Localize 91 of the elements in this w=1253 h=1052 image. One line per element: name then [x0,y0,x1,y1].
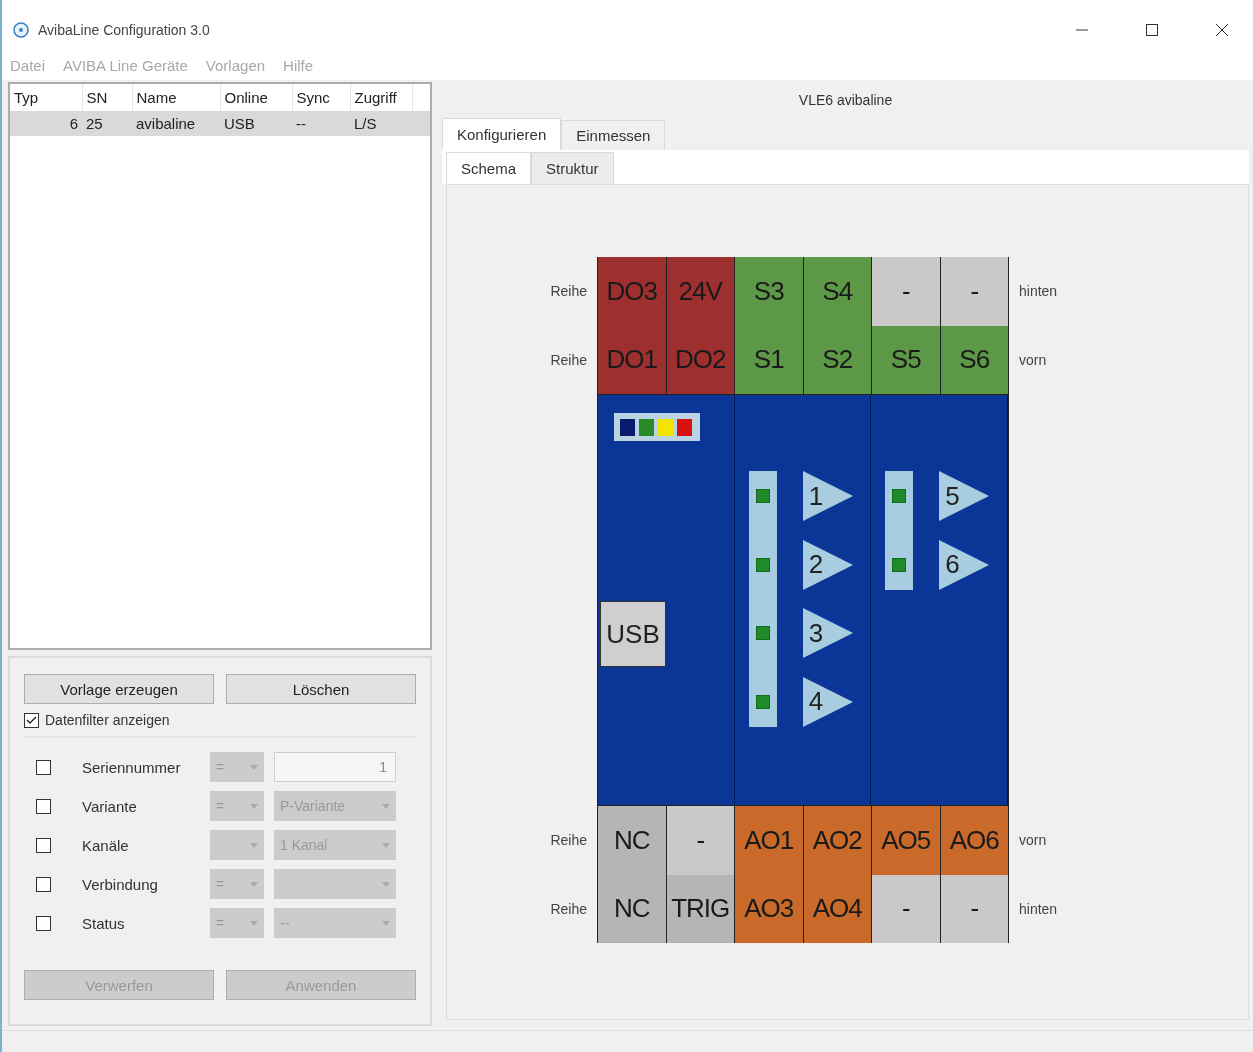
terminal: DO2 [666,325,735,394]
caret-icon [250,764,258,770]
side-label: hinten [1019,283,1058,300]
side-label: vorn [1019,351,1047,368]
filter-label: Seriennummer [82,758,182,776]
terminal: - [940,257,1009,326]
terminal: TRIG [666,874,735,943]
checkbox[interactable] [36,915,51,931]
filter-label: Variante [82,797,138,815]
operator-select[interactable]: = [210,752,264,782]
led-icon [755,694,770,709]
table-cell-text: USB [223,115,256,132]
led-icon [755,489,770,503]
led-indicator-icon [614,413,700,441]
side-label: vorn [1019,832,1047,849]
terminal: - [872,874,941,943]
terminal: AO2 [803,806,872,875]
value-field[interactable]: 1 [274,752,396,782]
channel-output: 6 [939,539,990,590]
row-label: Reihe [549,283,587,300]
terminal: AO6 [940,806,1009,875]
channel-output: 3 [802,608,853,658]
action-button[interactable]: Vorlage erzeugen [24,674,214,704]
usb-port: USB [600,601,666,667]
window-title: AvibaLine Configuration 3.0 [38,22,211,38]
table-cell-text: L/S [353,115,378,132]
terminal: - [940,874,1009,943]
caret-icon [250,803,258,809]
terminal: NC [598,874,667,943]
terminal: 24V [666,257,735,326]
device-row[interactable]: 6 25 avibaline USB -- L/S [10,111,430,136]
led-icon [892,489,907,503]
tab[interactable]: Konfigurieren [442,118,562,150]
tab[interactable]: Einmessen [561,120,666,150]
close-icon [1216,24,1228,36]
terminal: AO5 [872,806,941,875]
led-icon [892,557,907,572]
terminal: S3 [735,257,804,326]
caret-icon [382,881,390,887]
channel-output: 5 [939,471,990,521]
caret-icon [382,803,390,809]
channel-output: 2 [802,539,853,590]
row-label: Reihe [549,900,587,917]
filter-label: Kanäle [82,836,130,854]
terminal: AO4 [803,874,872,943]
terminal: AO3 [735,874,804,943]
terminal: NC [598,806,667,875]
terminal: - [666,806,735,875]
caret-icon [382,842,390,848]
checkbox[interactable] [24,712,39,728]
caret-icon [382,920,390,926]
checkbox-label: Datenfilter anzeigen [45,712,170,728]
terminal: S4 [803,257,872,326]
filter-label: Verbindung [82,875,159,893]
table-cell-text: -- [295,115,307,132]
terminal: - [872,257,941,326]
terminal: S2 [803,325,872,394]
terminal: DO1 [598,325,667,394]
operator-select[interactable]: = [210,869,264,899]
checkbox[interactable] [36,798,51,814]
checkbox[interactable] [36,759,51,775]
caret-icon [250,920,258,926]
terminal: AO1 [735,806,804,875]
operator-select[interactable]: = [210,791,264,821]
operator-select[interactable]: = [210,908,264,938]
caret-icon [250,842,258,848]
terminal: S1 [735,325,804,394]
checkbox[interactable] [36,837,51,853]
table-cell-text: avibaline [135,115,197,132]
caret-icon [250,881,258,887]
maximize-icon [1146,24,1158,36]
table-cell-text: 25 [85,115,104,132]
terminal: DO3 [598,257,667,326]
value-select[interactable]: -- [274,908,396,938]
row-label: Reihe [549,832,587,849]
table-cell-text: 6 [68,115,79,132]
action-button[interactable]: Löschen [226,674,416,704]
channel-output: 1 [802,471,853,521]
device-title: VLE6 avibaline [797,91,894,110]
led-icon [755,557,770,572]
checkbox[interactable] [36,876,51,892]
tab[interactable]: Schema [446,152,532,184]
row-label: Reihe [549,351,587,368]
app-icon [12,21,30,39]
terminal: S5 [872,325,941,394]
tab[interactable]: Struktur [531,152,614,184]
terminal: S6 [940,325,1009,394]
filter-label: Status [82,914,126,932]
channel-output: 4 [802,676,853,727]
led-icon [755,626,770,640]
side-label: hinten [1019,900,1058,917]
